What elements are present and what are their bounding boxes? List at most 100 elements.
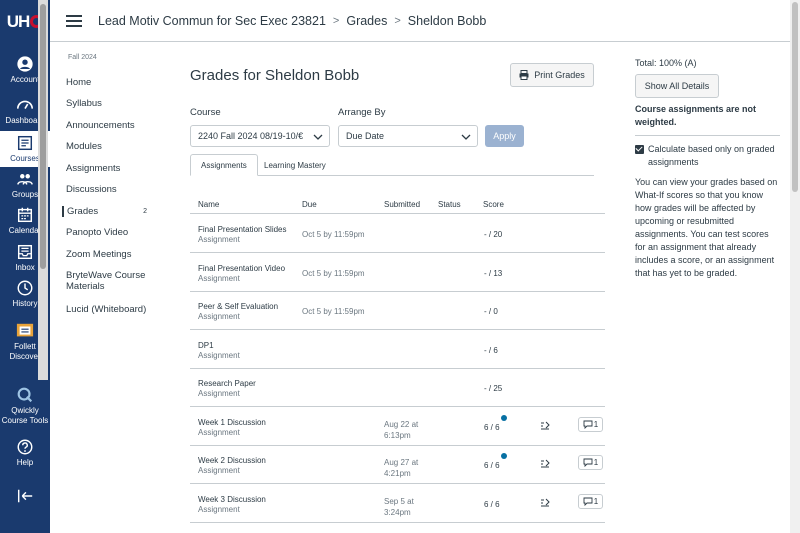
submitted-cell: Aug 27 at 4:21pm [384,457,418,479]
global-nav-label: Inbox [15,263,35,272]
due-date: Oct 5 by 11:59pm [302,230,365,239]
account-icon [17,56,33,72]
table-row: Week 2 Discussion Assignment Aug 27 at 4:21… [190,446,605,484]
score-cell[interactable]: - / 6 [484,346,498,355]
what-if-icon[interactable] [540,459,550,469]
course-nav-syllabus[interactable]: Syllabus [62,98,157,109]
course-select[interactable]: 2240 Fall 2024 08/19-10/€ [190,125,330,147]
breadcrumb-separator: > [332,14,340,27]
comment-count: 1 [593,496,599,506]
table-row: DP1 Assignment - / 6 [190,331,605,369]
assignment-link[interactable]: Week 2 Discussion [198,456,266,466]
score-cell[interactable]: - / 25 [484,384,502,393]
global-nav-help[interactable]: Help [0,435,50,471]
assignment-link[interactable]: Peer & Self Evaluation [198,302,278,312]
score-cell[interactable]: 6 / 6 [484,500,500,509]
score-cell[interactable]: - / 0 [484,307,498,316]
top-header: Lead Motiv Commun for Sec Exec 23821 > G… [50,0,790,42]
global-nav-label: Qwickly Course Tools [1,405,49,425]
course-nav-lucid-whiteboard[interactable]: Lucid (Whiteboard) [62,304,157,315]
assignment-link[interactable]: Week 1 Discussion [198,418,266,428]
comments-button[interactable]: 1 [578,416,603,432]
global-nav-label: History [12,299,38,308]
page-scrollbar[interactable] [790,0,800,533]
global-nav-label: Help [16,458,34,467]
chevron-down-icon [313,134,323,140]
course-nav-home[interactable]: Home [62,77,157,88]
submitted-date: Aug 22 at [384,419,419,429]
assignment-name-cell: Final Presentation Slides Assignment [198,225,287,245]
comments-button[interactable]: 1 [578,493,603,509]
assignment-name-cell: Final Presentation Video Assignment [198,264,285,284]
course-nav-grades[interactable]: Grades 2 [62,206,157,217]
print-grades-label: Print Grades [534,70,585,80]
assignment-link[interactable]: Final Presentation Slides [198,225,287,235]
calculate-graded-only-checkbox[interactable]: Calculate based only on graded assignmen… [635,143,780,169]
course-select-value: 2240 Fall 2024 08/19-10/€ [198,131,304,141]
breadcrumb-grades[interactable]: Grades [346,14,387,28]
breadcrumb: Lead Motiv Commun for Sec Exec 23821 > G… [98,14,486,28]
assignment-name-cell: Week 3 Discussion Assignment [198,495,266,515]
course-nav-label: Home [66,77,92,88]
score-cell[interactable]: 6 / 6 [484,461,500,470]
assignment-link[interactable]: Week 3 Discussion [198,495,266,505]
score-cell[interactable]: - / 20 [484,230,502,239]
course-nav-label: Discussions [66,184,117,195]
history-icon [17,280,33,296]
submitted-date: Sep 5 at [384,496,414,506]
course-nav-label: Panopto Video [66,227,129,238]
courses-icon [17,135,33,151]
col-score: Score [483,200,504,209]
comment-count: 1 [593,419,599,429]
global-nav-scrollbar[interactable] [38,0,48,380]
comment-icon [583,458,593,467]
checkbox-checked-icon[interactable] [635,145,644,154]
chevron-down-icon [461,134,471,140]
follett-icon [16,323,34,337]
global-nav-qwickly-course-tools[interactable]: Qwickly Course Tools [0,378,50,433]
course-nav-zoom-meetings[interactable]: Zoom Meetings [62,249,157,260]
grades-tabs: Assignments Learning Mastery [190,154,594,176]
grade-summary-panel: Total: 100% (A) Show All Details Course … [635,57,780,280]
assignment-link[interactable]: Final Presentation Video [198,264,285,274]
course-select-label: Course [190,107,221,118]
course-nav-modules[interactable]: Modules [62,141,157,152]
what-if-icon[interactable] [540,421,550,431]
show-all-details-button[interactable]: Show All Details [635,74,719,98]
breadcrumb-course[interactable]: Lead Motiv Commun for Sec Exec 23821 [98,14,326,28]
course-nav-discussions[interactable]: Discussions [62,184,157,195]
comments-button[interactable]: 1 [578,455,603,470]
collapse-icon [17,489,33,503]
collapse-nav-button[interactable] [0,487,50,507]
tab-learning-mastery[interactable]: Learning Mastery [254,154,336,176]
print-grades-button[interactable]: Print Grades [510,63,594,87]
arrange-select-label: Arrange By [338,107,386,118]
assignment-link[interactable]: DP1 [198,341,240,351]
what-if-icon[interactable] [540,498,550,508]
grades-badge: 2 [143,208,147,215]
submitted-cell: Aug 22 at 6:13pm [384,419,418,441]
assignment-type: Assignment [198,350,240,360]
course-nav-label: BryteWave Course Materials [66,270,146,292]
score-cell[interactable]: 6 / 6 [484,423,500,432]
course-nav-panopto-video[interactable]: Panopto Video [62,227,157,238]
dashboard-icon [16,100,34,110]
course-nav-label: Grades [67,206,99,217]
assignment-name-cell: DP1 Assignment [198,341,240,361]
due-date: Oct 5 by 11:59pm [302,268,365,278]
hamburger-menu-icon[interactable] [66,14,82,27]
global-nav-label: Courses [10,154,40,163]
term-label: Fall 2024 [68,54,97,61]
assignment-name-cell: Week 2 Discussion Assignment [198,456,266,476]
assignment-link[interactable]: Research Paper [198,379,256,389]
course-nav-brytewave-course-materials[interactable]: BryteWave Course Materials [62,270,157,292]
tab-assignments[interactable]: Assignments [190,154,258,176]
assignment-type: Assignment [198,466,240,475]
unread-grade-dot [501,414,507,421]
course-nav-assignments[interactable]: Assignments [62,163,157,174]
apply-button[interactable]: Apply [485,125,524,147]
course-nav-announcements[interactable]: Announcements [62,120,157,131]
col-name: Name [198,200,220,209]
score-cell[interactable]: - / 13 [484,269,502,278]
arrange-by-select[interactable]: Due Date [338,125,478,147]
